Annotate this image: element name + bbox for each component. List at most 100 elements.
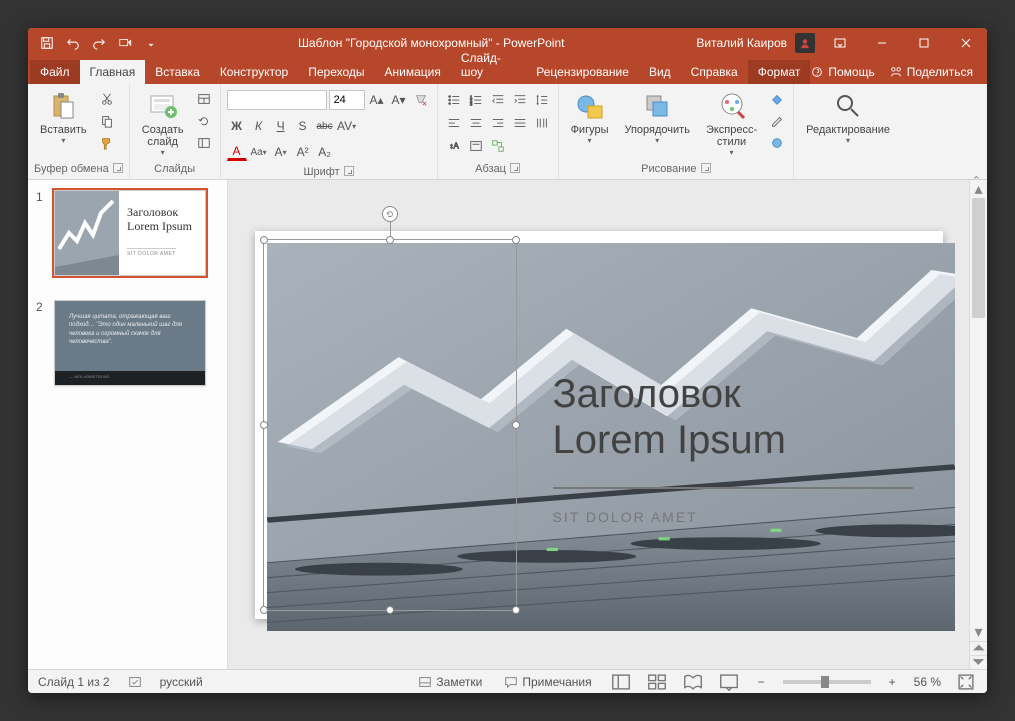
text-direction-icon[interactable]: ↕A xyxy=(444,136,464,156)
font-dialog-launcher[interactable] xyxy=(344,166,354,176)
sub-icon[interactable]: A₂ xyxy=(315,142,335,162)
language[interactable]: русский xyxy=(160,675,203,689)
shape-fill-icon[interactable] xyxy=(767,90,787,108)
notes-button[interactable]: Заметки xyxy=(414,675,486,689)
numbering-icon[interactable]: 123 xyxy=(466,90,486,110)
cut-icon[interactable] xyxy=(97,90,117,108)
smartart-icon[interactable] xyxy=(488,136,508,156)
zoom-out[interactable]: − xyxy=(754,675,769,689)
justify-icon[interactable] xyxy=(510,113,530,133)
bold-icon[interactable]: Ж xyxy=(227,116,247,136)
zoom-level[interactable]: 56 % xyxy=(914,675,941,689)
tab-animation[interactable]: Анимация xyxy=(375,60,451,84)
vertical-scrollbar[interactable]: ▴ ▾ ⏶ ⏷ xyxy=(969,180,987,669)
rotate-handle[interactable] xyxy=(382,206,398,222)
tab-slideshow[interactable]: Слайд-шоу xyxy=(451,46,526,84)
shadow-icon[interactable]: S xyxy=(293,116,313,136)
scrollbar-thumb[interactable] xyxy=(972,198,985,318)
tab-home[interactable]: Главная xyxy=(80,60,146,84)
clipboard-dialog-launcher[interactable] xyxy=(113,163,123,173)
next-slide-icon[interactable]: ⏷ xyxy=(970,655,987,669)
zoom-in[interactable]: + xyxy=(885,675,900,689)
align-text-icon[interactable] xyxy=(466,136,486,156)
group-slides: Создать слайд ▾ Слайды xyxy=(130,84,221,179)
slide-title[interactable]: Заголовок Lorem Ipsum xyxy=(553,371,786,463)
reset-icon[interactable] xyxy=(194,112,214,130)
tab-design[interactable]: Конструктор xyxy=(210,60,298,84)
qat-customize-icon[interactable] xyxy=(140,32,162,54)
share-button[interactable]: Поделиться xyxy=(889,65,973,79)
tab-format[interactable]: Формат xyxy=(748,60,811,84)
align-right-icon[interactable] xyxy=(488,113,508,133)
slideshow-view-icon[interactable] xyxy=(718,672,740,692)
sorter-view-icon[interactable] xyxy=(646,672,668,692)
tab-transitions[interactable]: Переходы xyxy=(298,60,374,84)
shape-outline-icon[interactable] xyxy=(767,112,787,130)
paste-button[interactable]: Вставить ▾ xyxy=(34,86,93,149)
redo-icon[interactable] xyxy=(88,32,110,54)
sup-icon[interactable]: A² xyxy=(293,142,313,162)
reading-view-icon[interactable] xyxy=(682,672,704,692)
align-left-icon[interactable] xyxy=(444,113,464,133)
font-size-combo[interactable]: 24 xyxy=(329,90,365,110)
section-icon[interactable] xyxy=(194,134,214,152)
paragraph-dialog-launcher[interactable] xyxy=(510,163,520,173)
tab-insert[interactable]: Вставка xyxy=(145,60,210,84)
fit-window-icon[interactable] xyxy=(955,672,977,692)
copy-icon[interactable] xyxy=(97,112,117,130)
spacing-icon[interactable]: AV▾ xyxy=(337,116,357,136)
strike-icon[interactable]: abc xyxy=(315,116,335,136)
tell-me-label: Помощь xyxy=(828,65,874,79)
columns-icon[interactable] xyxy=(532,113,552,133)
zoom-slider[interactable] xyxy=(783,680,871,684)
tab-file[interactable]: Файл xyxy=(30,60,80,84)
line-spacing-icon[interactable] xyxy=(532,90,552,110)
shrink-font-icon[interactable]: A▾ xyxy=(389,90,409,110)
comments-button[interactable]: Примечания xyxy=(500,675,595,689)
align-center-icon[interactable] xyxy=(466,113,486,133)
new-slide-button[interactable]: Создать слайд ▾ xyxy=(136,86,190,161)
slide-canvas[interactable]: Заголовок Lorem Ipsum SIT DOLOR AMET xyxy=(228,180,969,669)
tab-view[interactable]: Вид xyxy=(639,60,681,84)
close-icon[interactable] xyxy=(945,28,987,58)
bullets-icon[interactable] xyxy=(444,90,464,110)
tell-me[interactable]: Помощь xyxy=(810,65,874,79)
shapes-button[interactable]: Фигуры▾ xyxy=(565,86,615,149)
italic-icon[interactable]: К xyxy=(249,116,269,136)
arrange-button[interactable]: Упорядочить▾ xyxy=(618,86,695,149)
grow-font-icon[interactable]: A▴ xyxy=(367,90,387,110)
ribbon-options-icon[interactable] xyxy=(819,28,861,58)
scroll-up-icon[interactable]: ▴ xyxy=(970,180,987,198)
slide-thumbnail-2[interactable]: Лучшая цитата, отражающая ваш подход… "Э… xyxy=(54,300,206,386)
change-case-icon[interactable]: Aa▾ xyxy=(249,142,269,162)
avatar[interactable] xyxy=(795,33,815,53)
zoom-slider-thumb[interactable] xyxy=(821,676,829,688)
editing-button[interactable]: Редактирование▾ xyxy=(800,86,896,149)
spellcheck-icon[interactable] xyxy=(124,675,146,689)
highlight-icon[interactable]: A▾ xyxy=(271,142,291,162)
slide-subtitle[interactable]: SIT DOLOR AMET xyxy=(553,509,698,525)
save-icon[interactable] xyxy=(36,32,58,54)
thumb-number: 1 xyxy=(36,190,48,276)
scroll-down-icon[interactable]: ▾ xyxy=(970,623,987,641)
undo-icon[interactable] xyxy=(62,32,84,54)
maximize-icon[interactable] xyxy=(903,28,945,58)
underline-icon[interactable]: Ч xyxy=(271,116,291,136)
slide-thumbnail-1[interactable]: Заголовок Lorem Ipsum SIT DOLOR AMET xyxy=(54,190,206,276)
normal-view-icon[interactable] xyxy=(610,672,632,692)
tab-help[interactable]: Справка xyxy=(681,60,748,84)
clear-format-icon[interactable] xyxy=(411,90,431,110)
indent-less-icon[interactable] xyxy=(488,90,508,110)
indent-more-icon[interactable] xyxy=(510,90,530,110)
layout-icon[interactable] xyxy=(194,90,214,108)
start-from-beginning-icon[interactable] xyxy=(114,32,136,54)
quick-styles-button[interactable]: Экспресс- стили▾ xyxy=(700,86,763,161)
drawing-dialog-launcher[interactable] xyxy=(701,163,711,173)
font-color-icon[interactable]: A xyxy=(227,143,247,161)
shape-effects-icon[interactable] xyxy=(767,134,787,152)
minimize-icon[interactable] xyxy=(861,28,903,58)
find-icon xyxy=(832,90,864,122)
format-painter-icon[interactable] xyxy=(97,134,117,152)
tab-review[interactable]: Рецензирование xyxy=(526,60,639,84)
font-family-combo[interactable] xyxy=(227,90,327,110)
